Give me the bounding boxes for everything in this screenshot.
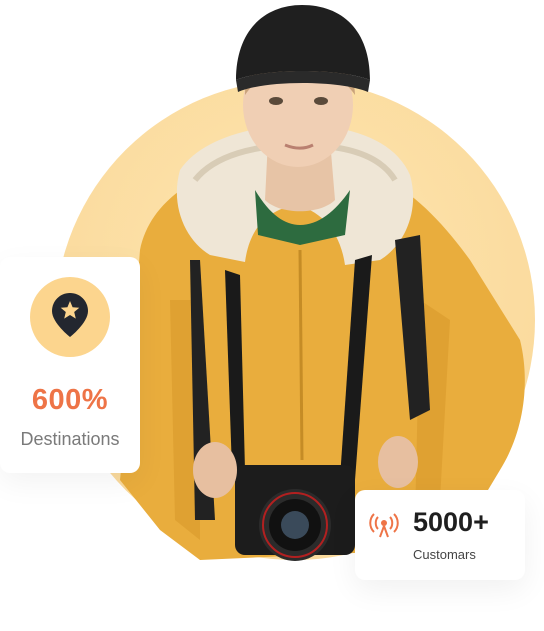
destinations-badge bbox=[30, 277, 110, 357]
destinations-stat-card: 600% Destinations bbox=[0, 257, 140, 473]
destinations-label: Destinations bbox=[20, 429, 120, 449]
destinations-value: 600% bbox=[31, 384, 109, 416]
map-pin-star-icon bbox=[51, 292, 89, 343]
customers-value: 5000+ bbox=[413, 507, 489, 537]
customers-stat-card: 5000+ Customars bbox=[355, 490, 525, 580]
customers-label: Customars bbox=[413, 547, 476, 562]
broadcast-signal-icon bbox=[369, 512, 399, 538]
